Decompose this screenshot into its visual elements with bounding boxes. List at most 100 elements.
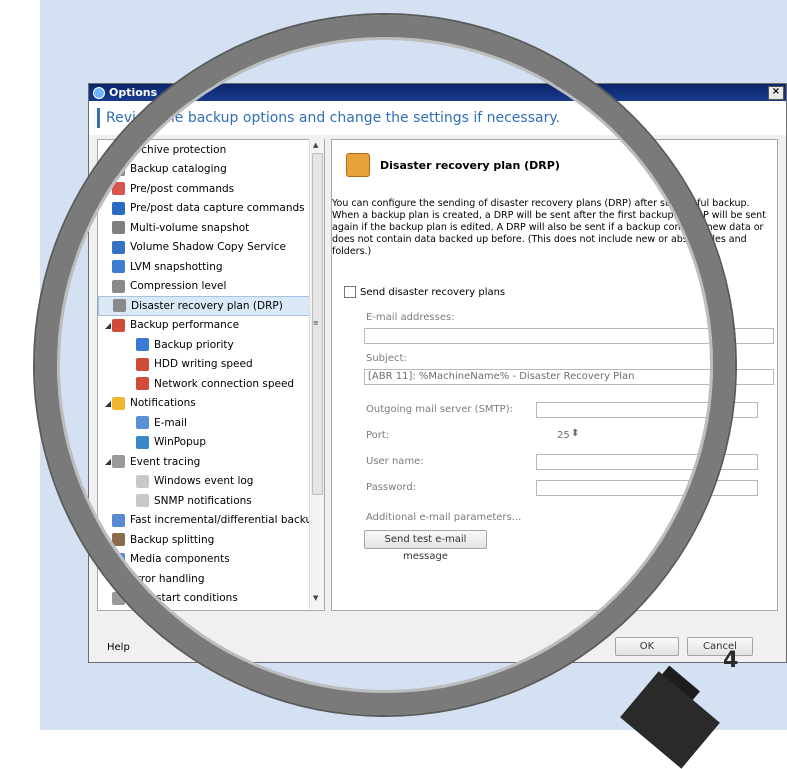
tree-item-label: Event tracing [130, 455, 201, 468]
tree-item[interactable]: Archive protection [98, 140, 324, 160]
event-log-icon [136, 474, 149, 488]
priority-icon [136, 338, 149, 352]
subject-field[interactable]: [ABR 11]: %MachineName% - Disaster Recov… [364, 369, 774, 385]
tree-item[interactable]: Compression level [98, 277, 324, 297]
smtp-field[interactable] [536, 402, 758, 418]
additional-params-link[interactable]: Additional e-mail parameters... [366, 512, 521, 523]
pane-title-text: Disaster recovery plan (DRP) [380, 158, 560, 172]
step-number-badge: 4 [723, 648, 739, 673]
tree-item[interactable]: HDD writing speed [98, 355, 324, 375]
media-icon [112, 552, 125, 566]
tree-item[interactable]: Error handling [98, 569, 324, 589]
drp-icon [113, 299, 126, 313]
tree-item-label: Media components [130, 553, 230, 566]
header-text: Review the backup options and change the… [106, 110, 561, 126]
tree-item[interactable]: Volume Shadow Copy Service [98, 238, 324, 258]
subject-label: Subject: [366, 353, 407, 364]
notification-icon [112, 396, 125, 410]
tree-item-label: Notifications [130, 397, 196, 410]
event-trace-icon [112, 455, 125, 469]
email-icon [136, 416, 149, 430]
tree-item[interactable]: Windows event log [98, 472, 324, 492]
tree-item-label: Backup priority [154, 338, 234, 351]
tree-item-label: Archive protection [130, 143, 227, 156]
tree-item-label: Multi-volume snapshot [130, 221, 250, 234]
pane-title: Disaster recovery plan (DRP) [346, 153, 560, 177]
split-icon [112, 533, 125, 547]
tree-item-label: E-mail [154, 416, 187, 429]
tree-item[interactable]: WinPopup [98, 433, 324, 453]
scroll-down-icon[interactable]: ▼ [313, 594, 318, 602]
cancel-button[interactable]: Cancel [687, 637, 753, 656]
help-link[interactable]: Help [107, 642, 130, 653]
tree-item[interactable]: ◢ Notifications [98, 394, 324, 414]
tree-item[interactable]: Backup splitting [98, 530, 324, 550]
tree-item-label: Pre/post data capture commands [130, 202, 305, 215]
email-label: E-mail addresses: [366, 312, 455, 323]
tree-item[interactable]: Backup priority [98, 335, 324, 355]
password-field[interactable] [536, 480, 758, 496]
expand-arrow-icon[interactable]: ◢ [104, 399, 112, 408]
ok-button[interactable]: OK [615, 637, 679, 656]
tree-item-label: Backup performance [130, 319, 240, 332]
tree-item[interactable]: E-mail [98, 413, 324, 433]
tree-item-label: Volume Shadow Copy Service [130, 241, 286, 254]
tree-item[interactable]: Multi-volume snapshot [98, 218, 324, 238]
tree-item[interactable]: Disaster recovery plan (DRP) [98, 296, 324, 316]
port-stepper-icon[interactable]: ⬍ [571, 428, 579, 439]
tree-item-label: Backup cataloging [130, 163, 227, 176]
scroll-grip-icon: ≡ [313, 319, 319, 327]
close-icon[interactable]: × [768, 85, 784, 100]
drp-icon [346, 153, 370, 177]
tree-item[interactable]: ◢ Event tracing [98, 452, 324, 472]
options-dialog: Options × Review the backup options and … [88, 83, 787, 663]
tree-item-label: Pre/post commands [130, 182, 235, 195]
tree-item-label: Error handling [130, 572, 205, 585]
clock-command-icon [112, 182, 125, 196]
header-accent [97, 108, 100, 128]
tree-item[interactable]: Network connection speed [98, 374, 324, 394]
tree-item[interactable]: ◢ Backup performance [98, 316, 324, 336]
title-bar: Options × [89, 84, 786, 101]
tree-item[interactable]: LVM snapshotting [98, 257, 324, 277]
app-icon [93, 86, 105, 99]
tree-item[interactable]: SNMP notifications [98, 491, 324, 511]
tree-item[interactable]: Media components [98, 550, 324, 570]
window-title: Options [109, 86, 158, 99]
port-value[interactable]: 25 [557, 430, 570, 441]
error-icon [112, 572, 125, 586]
tree-item[interactable]: Backup cataloging [98, 160, 324, 180]
conditions-icon [112, 591, 125, 605]
port-label: Port: [366, 430, 390, 441]
scroll-up-icon[interactable]: ▲ [313, 141, 318, 149]
tree-item-label: Fast incremental/differential backup [130, 514, 319, 527]
send-test-email-button[interactable]: Send test e-mail message [364, 530, 487, 562]
tree-item[interactable]: Pre/post data capture commands [98, 199, 324, 219]
send-drp-label: Send disaster recovery plans [360, 286, 506, 298]
performance-icon [112, 318, 125, 332]
disks-icon [112, 221, 125, 235]
tree-scrollbar[interactable]: ▲ ≡ ▼ [309, 139, 324, 609]
tree-item[interactable]: Pre/post commands [98, 179, 324, 199]
vss-icon [112, 240, 125, 254]
tree-item-label: LVM snapshotting [130, 260, 223, 273]
expand-arrow-icon[interactable]: ◢ [104, 321, 112, 330]
expand-arrow-icon[interactable]: ◢ [104, 457, 112, 466]
tree-item-label: Backup splitting [130, 533, 215, 546]
email-field[interactable] [364, 328, 774, 344]
settings-pane: Disaster recovery plan (DRP) You can con… [331, 139, 778, 611]
send-drp-checkbox[interactable] [344, 286, 356, 298]
lock-icon [112, 143, 125, 157]
snmp-icon [136, 494, 149, 508]
options-tree: Archive protection Backup cataloging Pre/p… [97, 139, 325, 611]
tree-item[interactable]: Task start conditions [98, 589, 324, 609]
winpopup-icon [136, 435, 149, 449]
send-drp-checkbox-row[interactable]: Send disaster recovery plans [344, 286, 505, 298]
tree-item-label: Compression level [130, 280, 227, 293]
tree-item-label: HDD writing speed [154, 358, 253, 371]
username-field[interactable] [536, 454, 758, 470]
tree-item-label: Task start conditions [130, 592, 238, 605]
lvm-icon [112, 260, 125, 274]
tree-item[interactable]: Fast incremental/differential backup [98, 511, 324, 531]
password-label: Password: [366, 482, 417, 493]
